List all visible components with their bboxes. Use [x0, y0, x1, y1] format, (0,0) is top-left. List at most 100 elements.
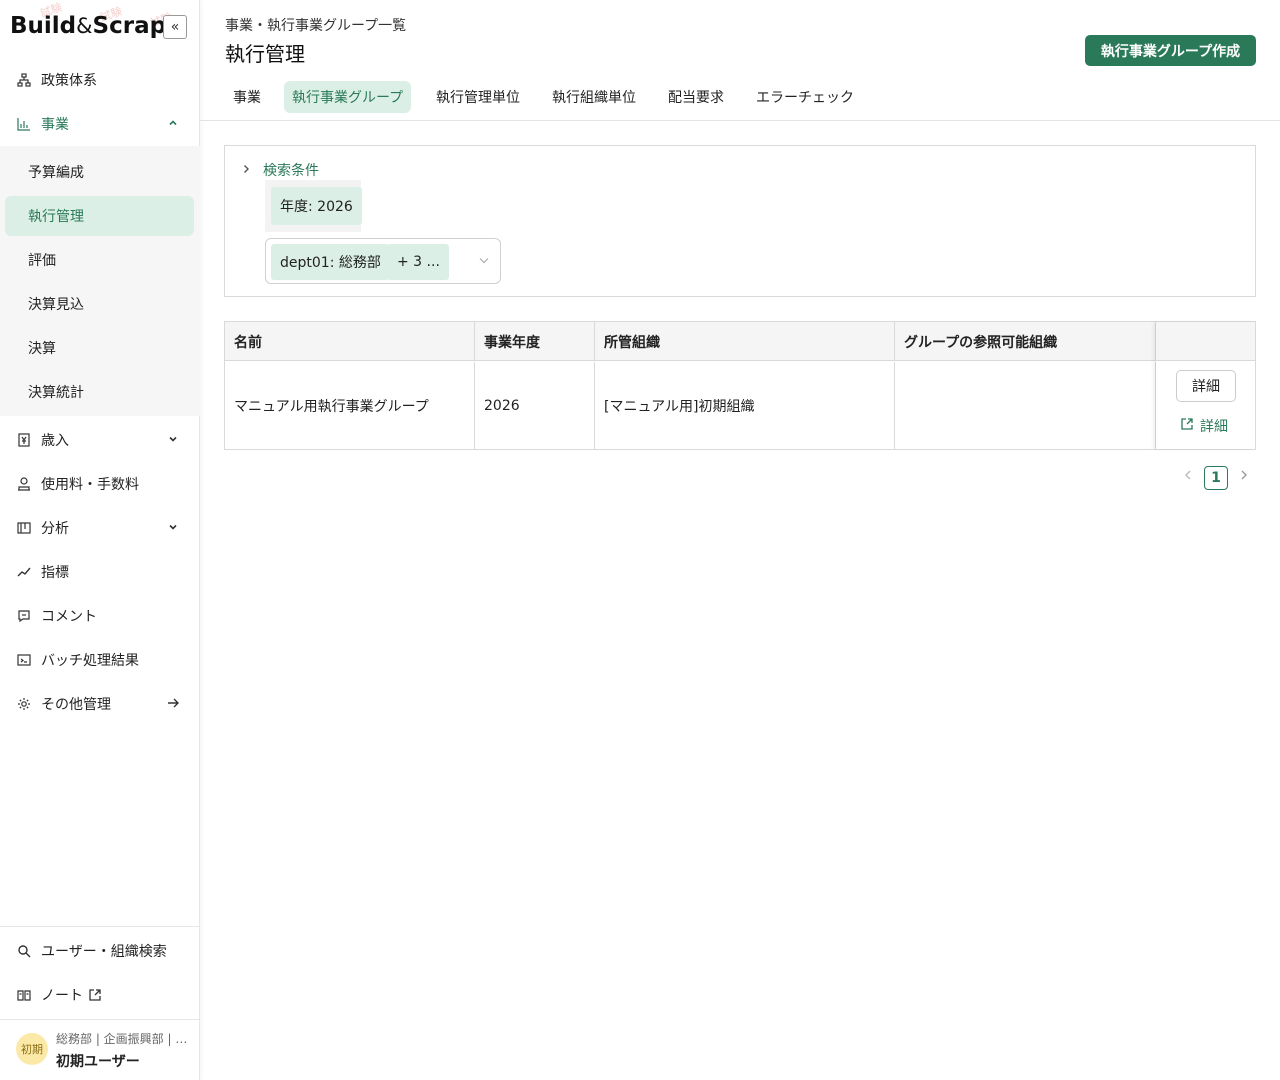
sidebar-subitem-label: 評価 — [28, 253, 56, 269]
app-logo[interactable]: Build&Scrap — [10, 13, 166, 39]
sidebar-subitem-label: 決算 — [28, 341, 56, 357]
sidebar-item-user-org-search[interactable]: ユーザー・組織検索 — [0, 929, 200, 973]
tab-execution-org-unit[interactable]: 執行組織単位 — [544, 81, 644, 113]
org-chip[interactable]: dept01: 総務部 — [271, 244, 390, 280]
hand-coin-icon — [16, 476, 32, 492]
sidebar-subitem-settlement-forecast[interactable]: 決算見込 — [0, 284, 200, 324]
sidebar-subitem-settlement-stats[interactable]: 決算統計 — [0, 372, 200, 412]
chevron-right-icon — [1241, 470, 1247, 480]
sidebar-item-label: ユーザー・組織検索 — [41, 944, 167, 960]
comment-icon — [16, 608, 32, 624]
detail-link-label: 詳細 — [1200, 419, 1228, 435]
sidebar-subgroup-project: 予算編成 執行管理 評価 決算見込 決算 決算統計 — [0, 146, 200, 416]
pagination-next[interactable] — [1239, 469, 1249, 485]
sidebar-subitem-label: 予算編成 — [28, 165, 84, 181]
sidebar-item-label: 政策体系 — [41, 73, 97, 89]
search-conditions-toggle[interactable]: 検索条件 — [241, 160, 319, 180]
external-link-icon — [1180, 417, 1194, 435]
yen-document-icon — [16, 432, 32, 448]
tab-project[interactable]: 事業 — [225, 81, 269, 113]
sidebar-subitem-label: 決算統計 — [28, 385, 84, 401]
trend-line-icon — [16, 564, 32, 580]
cell-year: 2026 — [475, 362, 595, 450]
chevron-down-icon — [166, 432, 180, 446]
chevron-right-icon — [241, 163, 251, 178]
org-select[interactable]: dept01: 総務部 + 3 ... — [265, 238, 501, 284]
pagination-prev[interactable] — [1183, 469, 1193, 485]
sidebar-item-label: 歳入 — [41, 433, 69, 449]
detail-button[interactable]: 詳細 — [1176, 370, 1236, 402]
page-title: 執行管理 — [225, 42, 305, 66]
book-icon — [16, 987, 32, 1003]
gear-icon — [16, 696, 32, 712]
chevron-left-icon — [1185, 470, 1191, 480]
cell-ref-org — [895, 362, 1156, 450]
terminal-icon — [16, 652, 32, 668]
sidebar-item-label: 分析 — [41, 521, 69, 537]
execution-group-table: 名前 事業年度 所管組織 グループの参照可能組織 マニュアル用執行事業グループ … — [224, 321, 1256, 450]
chevron-down-icon — [166, 520, 180, 534]
sidebar-item-label: コメント — [41, 609, 97, 625]
search-icon — [16, 943, 32, 959]
sidebar-item-label: 事業 — [41, 117, 69, 133]
sidebar-item-revenue[interactable]: 歳入 — [0, 418, 200, 462]
chevron-up-icon — [166, 116, 180, 130]
sidebar-item-indicators[interactable]: 指標 — [0, 550, 200, 594]
sidebar-item-label: バッチ処理結果 — [41, 653, 139, 669]
user-name: 初期ユーザー — [56, 1054, 140, 1070]
bar-chart-icon — [16, 116, 32, 132]
header-divider — [200, 120, 1280, 121]
column-header-ref-org: グループの参照可能組織 — [895, 322, 1156, 361]
sidebar-item-fees[interactable]: 使用料・手数料 — [0, 462, 200, 506]
sidebar-subitem-settlement[interactable]: 決算 — [0, 328, 200, 368]
analysis-icon — [16, 520, 32, 536]
sidebar-item-other-admin[interactable]: その他管理 — [0, 682, 200, 726]
more-orgs-chip[interactable]: + 3 ... — [388, 244, 449, 280]
logo-text-right: Scrap — [92, 13, 167, 39]
sidebar-subitem-label: 決算見込 — [28, 297, 84, 313]
tab-error-check[interactable]: エラーチェック — [748, 81, 862, 113]
sidebar-subitem-execution[interactable]: 執行管理 — [5, 196, 194, 236]
search-panel: 検索条件 年度: 2026 dept01: 総務部 + 3 ... — [224, 145, 1256, 297]
column-header-org: 所管組織 — [595, 322, 895, 361]
cell-org: [マニュアル用]初期組織 — [595, 362, 895, 450]
sidebar-item-policy[interactable]: 政策体系 — [0, 58, 200, 102]
logo-amp: & — [76, 14, 93, 38]
create-execution-group-button[interactable]: 執行事業グループ作成 — [1085, 35, 1256, 66]
logo-text-left: Build — [10, 13, 77, 39]
sidebar-item-label: 使用料・手数料 — [41, 477, 139, 493]
sidebar-item-comments[interactable]: コメント — [0, 594, 200, 638]
sidebar-subitem-label: 執行管理 — [28, 209, 84, 225]
collapse-sidebar-button[interactable]: « — [163, 15, 187, 39]
tab-execution-group[interactable]: 執行事業グループ — [284, 81, 412, 113]
cell-name: マニュアル用執行事業グループ — [225, 362, 475, 450]
user-profile[interactable]: 初期 総務部 | 企画振興部 | … 初期ユーザー — [0, 1020, 200, 1080]
column-header-year: 事業年度 — [475, 322, 595, 361]
tab-execution-unit[interactable]: 執行管理単位 — [428, 81, 528, 113]
sidebar-item-label: ノート — [41, 988, 83, 1004]
sidebar-item-notes[interactable]: ノート — [0, 973, 200, 1017]
logo-row: 試験 試験 試験 Build&Scrap « — [0, 0, 200, 56]
double-chevron-left-icon: « — [170, 19, 180, 35]
sidebar-item-label: 指標 — [41, 565, 69, 581]
arrow-right-icon — [166, 696, 180, 710]
year-chip[interactable]: 年度: 2026 — [271, 187, 362, 225]
sidebar-divider — [0, 926, 200, 927]
external-link-icon — [88, 988, 102, 1002]
year-filter: 年度: 2026 — [265, 180, 362, 232]
pagination-page-current[interactable]: 1 — [1204, 466, 1228, 490]
tab-allocation-request[interactable]: 配当要求 — [660, 81, 732, 113]
sidebar-item-label: その他管理 — [41, 697, 111, 713]
sidebar-item-batch-results[interactable]: バッチ処理結果 — [0, 638, 200, 682]
sidebar-item-project[interactable]: 事業 — [0, 102, 200, 146]
sidebar-subitem-evaluation[interactable]: 評価 — [0, 240, 200, 280]
column-header-name: 名前 — [225, 322, 475, 361]
sidebar-item-analysis[interactable]: 分析 — [0, 506, 200, 550]
sidebar: 試験 試験 試験 Build&Scrap « 政策体系 事業 予算編成 執行管理… — [0, 0, 200, 1080]
avatar: 初期 — [16, 1033, 48, 1065]
chevron-down-icon — [478, 254, 490, 269]
user-org: 総務部 | 企画振興部 | … — [56, 1032, 186, 1046]
detail-external-link[interactable]: 詳細 — [1180, 416, 1228, 436]
sidebar-subitem-budget[interactable]: 予算編成 — [0, 152, 200, 192]
hierarchy-icon — [16, 72, 32, 88]
